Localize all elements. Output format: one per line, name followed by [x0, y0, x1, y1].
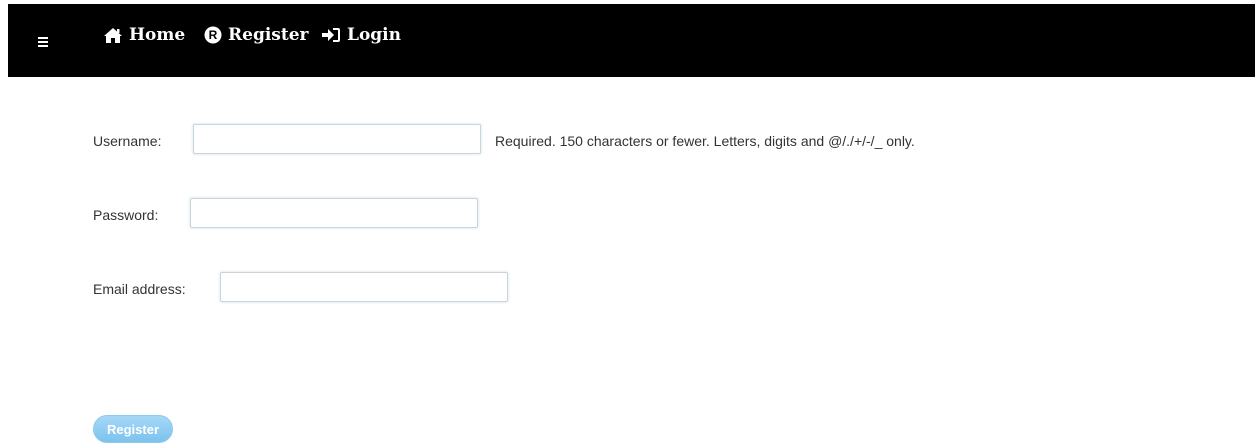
hamburger-menu-icon[interactable]	[38, 37, 48, 47]
svg-text:R: R	[209, 28, 218, 42]
nav-home-link[interactable]: Home	[103, 24, 185, 46]
registered-icon: R	[204, 26, 222, 44]
username-input[interactable]	[193, 124, 481, 154]
navbar: Home R Register Login	[8, 4, 1255, 77]
email-label: Email address:	[93, 281, 186, 297]
nav-login-label: Login	[347, 25, 401, 45]
username-help-text: Required. 150 characters or fewer. Lette…	[495, 133, 915, 149]
nav-register-label: Register	[228, 25, 309, 45]
home-icon	[104, 27, 122, 43]
email-row: Email address:	[93, 272, 523, 306]
nav-home-label: Home	[129, 25, 186, 45]
password-label: Password:	[93, 207, 159, 223]
email-input[interactable]	[220, 272, 508, 302]
nav-register-link[interactable]: R Register	[204, 24, 308, 46]
register-submit-button[interactable]: Register	[93, 415, 173, 443]
sign-in-icon	[322, 28, 340, 42]
password-input[interactable]	[190, 198, 478, 228]
password-row: Password:	[93, 198, 493, 232]
username-label: Username:	[93, 133, 162, 149]
username-row: Username: Required. 150 characters or fe…	[93, 124, 1093, 158]
nav-login-link[interactable]: Login	[321, 24, 401, 46]
